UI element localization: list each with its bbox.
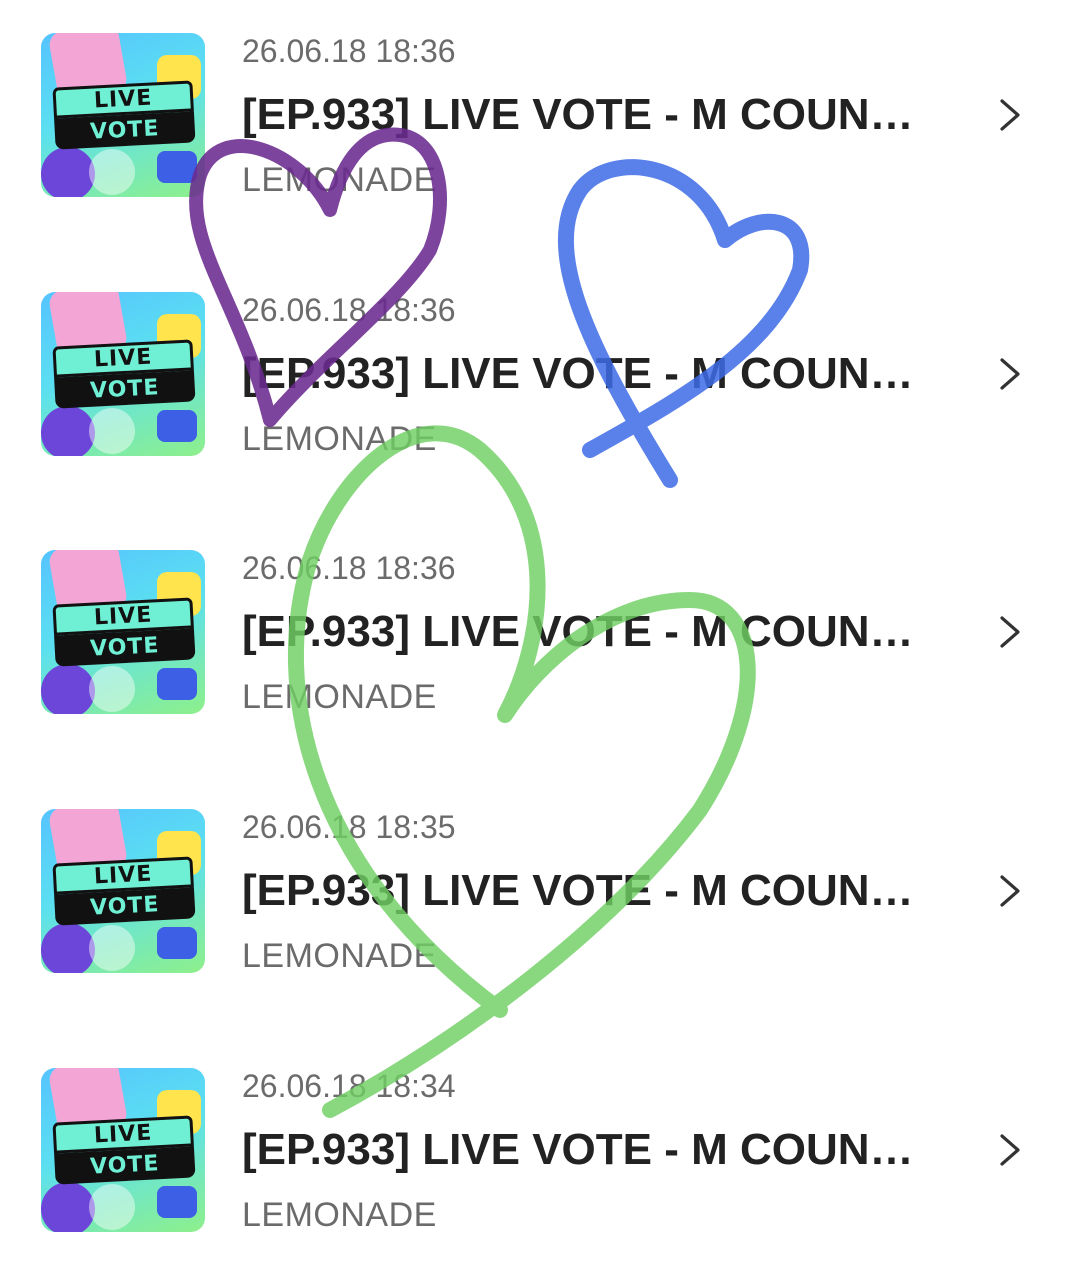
thumbnail: LIVE VOTE bbox=[41, 292, 205, 456]
thumbnail: LIVE VOTE bbox=[41, 1068, 205, 1232]
chevron-right-icon[interactable] bbox=[992, 873, 1028, 909]
list-item[interactable]: LIVE VOTE 26.06.18 18:36 [EP.933] LIVE V… bbox=[0, 517, 1068, 717]
chevron-right-icon[interactable] bbox=[992, 356, 1028, 392]
item-date: 26.06.18 18:36 bbox=[242, 550, 456, 586]
item-date: 26.06.18 18:35 bbox=[242, 809, 456, 845]
thumb-label-bottom: VOTE bbox=[54, 887, 196, 926]
chevron-right-icon[interactable] bbox=[992, 97, 1028, 133]
thumb-label-bottom: VOTE bbox=[54, 1146, 196, 1185]
thumb-label-bottom: VOTE bbox=[54, 370, 196, 409]
list-item[interactable]: LIVE VOTE 26.06.18 18:34 [EP.933] LIVE V… bbox=[0, 1035, 1068, 1235]
live-vote-badge: LIVE VOTE bbox=[52, 339, 196, 409]
live-vote-badge: LIVE VOTE bbox=[52, 856, 196, 926]
thumbnail: LIVE VOTE bbox=[41, 809, 205, 973]
item-artist: LEMONADE bbox=[242, 161, 437, 199]
thumbnail: LIVE VOTE bbox=[41, 33, 205, 197]
item-title: [EP.933] LIVE VOTE - M COUNTDOWN bbox=[242, 90, 932, 139]
live-vote-badge: LIVE VOTE bbox=[52, 597, 196, 667]
thumb-label-bottom: VOTE bbox=[54, 111, 196, 150]
item-title: [EP.933] LIVE VOTE - M COUNTDOWN bbox=[242, 866, 932, 915]
item-title: [EP.933] LIVE VOTE - M COUNTDOWN bbox=[242, 1125, 932, 1174]
chevron-right-icon[interactable] bbox=[992, 614, 1028, 650]
list-item[interactable]: LIVE VOTE 26.06.18 18:36 [EP.933] LIVE V… bbox=[0, 0, 1068, 200]
live-vote-badge: LIVE VOTE bbox=[52, 80, 196, 150]
item-artist: LEMONADE bbox=[242, 678, 437, 716]
live-vote-badge: LIVE VOTE bbox=[52, 1115, 196, 1185]
thumbnail: LIVE VOTE bbox=[41, 550, 205, 714]
item-date: 26.06.18 18:36 bbox=[242, 292, 456, 328]
item-artist: LEMONADE bbox=[242, 937, 437, 975]
item-artist: LEMONADE bbox=[242, 1196, 437, 1234]
item-date: 26.06.18 18:36 bbox=[242, 33, 456, 69]
item-date: 26.06.18 18:34 bbox=[242, 1068, 456, 1104]
list-item[interactable]: LIVE VOTE 26.06.18 18:36 [EP.933] LIVE V… bbox=[0, 259, 1068, 459]
chevron-right-icon[interactable] bbox=[992, 1132, 1028, 1168]
video-list: LIVE VOTE 26.06.18 18:36 [EP.933] LIVE V… bbox=[0, 0, 1068, 1283]
item-artist: LEMONADE bbox=[242, 420, 437, 458]
item-title: [EP.933] LIVE VOTE - M COUNTDOWN bbox=[242, 607, 932, 656]
item-title: [EP.933] LIVE VOTE - M COUNTDOWN bbox=[242, 349, 932, 398]
list-item[interactable]: LIVE VOTE 26.06.18 18:35 [EP.933] LIVE V… bbox=[0, 776, 1068, 976]
thumb-label-bottom: VOTE bbox=[54, 628, 196, 667]
